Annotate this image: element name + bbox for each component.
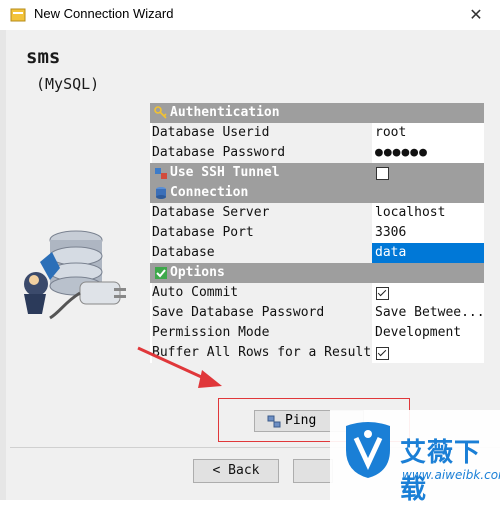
server-field[interactable]: localhost: [372, 203, 484, 223]
property-label: Save Database Password: [152, 303, 372, 323]
network-icon: [267, 415, 281, 428]
section-label: Options: [170, 265, 225, 280]
property-row-autocommit: Auto Commit: [150, 283, 484, 303]
database-field[interactable]: data: [372, 243, 484, 263]
annotation-arrow: [137, 346, 222, 388]
property-label: Database: [152, 243, 372, 263]
section-label: Connection: [170, 185, 249, 200]
permission-mode-select[interactable]: Development: [372, 323, 484, 343]
userid-field[interactable]: root: [372, 123, 484, 143]
connection-type: (MySQL): [36, 75, 100, 93]
property-row-server: Database Server localhost: [150, 203, 484, 223]
key-icon: [154, 106, 167, 119]
property-row-port: Database Port 3306: [150, 223, 484, 243]
section-options: Options: [150, 263, 484, 283]
password-field[interactable]: ●●●●●●: [372, 143, 484, 163]
wizard-app-icon: [10, 8, 26, 22]
section-label: Authentication: [170, 105, 280, 120]
back-button[interactable]: < Back: [193, 459, 279, 483]
watermark: 艾薇下载 www.aiweibk.com: [330, 410, 500, 505]
property-row-database: Database data: [150, 243, 484, 263]
property-row-userid: Database Userid root: [150, 123, 484, 143]
property-label: Database Password: [152, 143, 372, 163]
background-window-edge: [0, 30, 6, 500]
section-authentication: Authentication: [150, 103, 484, 123]
database-plug-illustration: [24, 230, 126, 320]
checkmark-icon: [155, 267, 167, 279]
property-label: Database Server: [152, 203, 372, 223]
property-label: Database Userid: [152, 123, 372, 143]
buffer-rows-checkbox[interactable]: [376, 347, 389, 360]
ping-label: Ping: [285, 413, 317, 428]
section-connection: Connection: [150, 183, 484, 203]
close-button[interactable]: ✕: [452, 0, 500, 30]
watermark-url: www.aiweibk.com: [402, 468, 500, 482]
section-label: Use SSH Tunnel: [170, 165, 280, 180]
property-label: Auto Commit: [152, 283, 372, 303]
autocommit-checkbox[interactable]: [376, 287, 389, 300]
property-row-save-password: Save Database Password Save Betwee...: [150, 303, 484, 323]
database-icon: [156, 187, 166, 199]
ssh-tunnel-icon: [155, 168, 167, 179]
ssh-tunnel-checkbox[interactable]: [376, 167, 389, 180]
connection-name: sms: [26, 46, 61, 68]
save-password-select[interactable]: Save Betwee...: [372, 303, 484, 323]
next-button[interactable]: [293, 459, 333, 483]
watermark-logo: [346, 422, 390, 478]
window-title: New Connection Wizard: [34, 6, 174, 21]
property-label: Database Port: [152, 223, 372, 243]
title-bar: New Connection Wizard ✕: [0, 0, 500, 31]
section-ssh-tunnel: Use SSH Tunnel: [150, 163, 484, 183]
port-field[interactable]: 3306: [372, 223, 484, 243]
property-row-password: Database Password ●●●●●●: [150, 143, 484, 163]
